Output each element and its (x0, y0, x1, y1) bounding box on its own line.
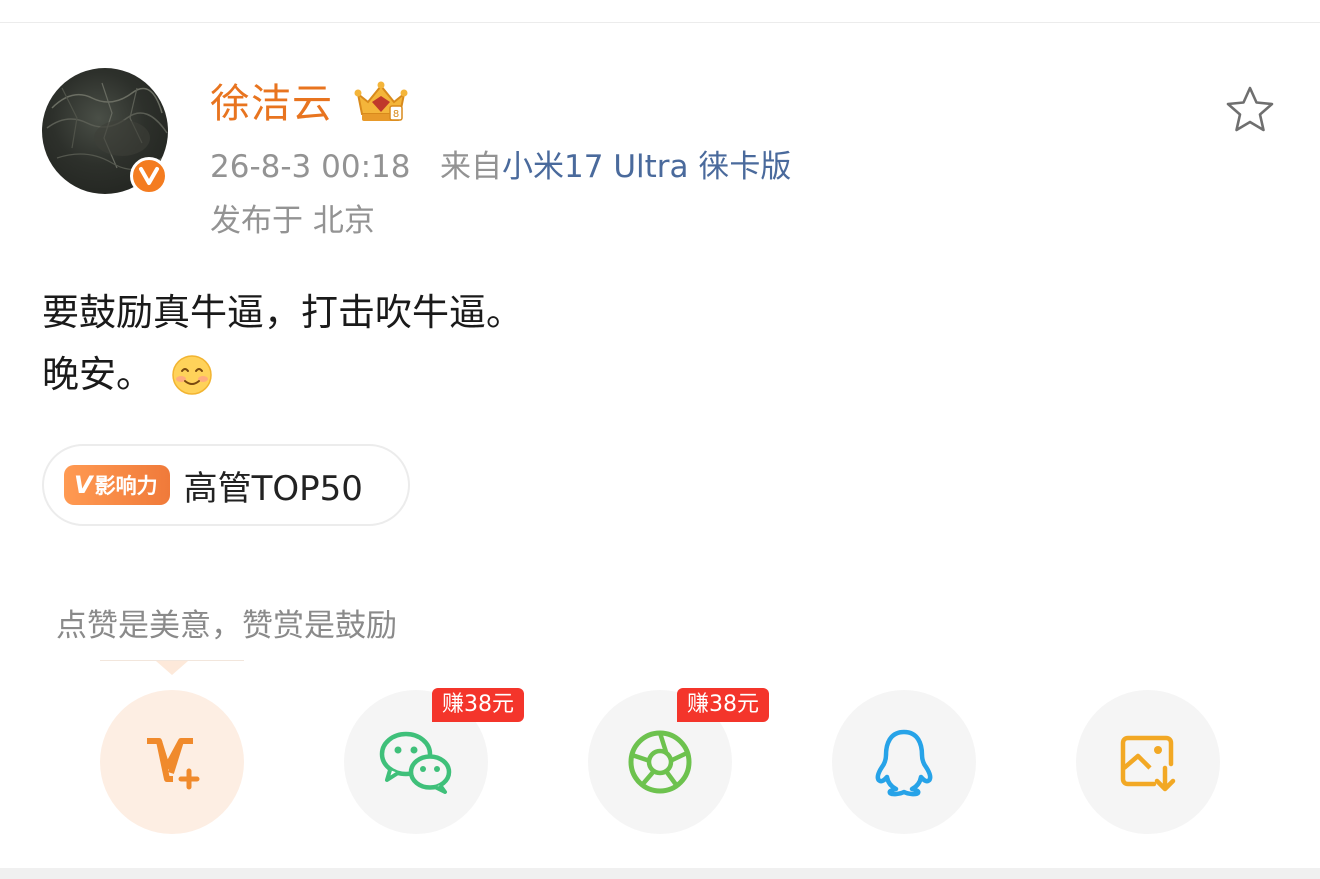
vip-crown-icon[interactable]: 8 (352, 80, 410, 126)
device-link[interactable]: 小米17 Ultra 徕卡版 (502, 149, 791, 185)
v-plus-icon (147, 738, 200, 790)
save-image-icon (1120, 735, 1176, 792)
moments-earn-tag: 赚38元 (677, 688, 769, 722)
wechat-icon (379, 731, 452, 794)
influence-badge-label: 影响力 (94, 474, 158, 498)
post-detail-page: 徐洁云 8 26-8-3 00:18 来自小米17 Ultra 徕卡版 发布于 … (0, 0, 1320, 879)
svg-text:8: 8 (393, 109, 399, 120)
v-reward-button[interactable] (100, 690, 244, 834)
hint-pointer (156, 661, 188, 675)
save-image-button[interactable] (1076, 690, 1220, 834)
top-divider (0, 22, 1320, 23)
favorite-star-icon[interactable] (1222, 82, 1278, 138)
smile-emoji-icon (172, 355, 212, 395)
post-location: 发布于 北京 (210, 203, 375, 239)
influence-badge-v: V (74, 471, 93, 499)
share-qq-button[interactable] (832, 690, 976, 834)
influence-badge: V 影响力 (64, 465, 170, 505)
reward-hint: 点赞是美意，赞赏是鼓励 (56, 608, 397, 644)
influence-chip[interactable]: V 影响力 高管TOP50 (42, 444, 410, 526)
verified-badge (130, 157, 168, 195)
post-line-1: 要鼓励真牛逼，打击吹牛逼。 (42, 291, 523, 334)
post-line-2-text: 晚安。 (42, 353, 153, 396)
verified-v-icon (139, 167, 159, 185)
author-name[interactable]: 徐洁云 (210, 78, 333, 130)
post-meta: 26-8-3 00:18 来自小米17 Ultra 徕卡版 (210, 146, 791, 188)
post-content: 要鼓励真牛逼，打击吹牛逼。 晚安。 (42, 282, 523, 406)
post-line-2: 晚安。 (42, 344, 523, 406)
source-prefix: 来自 (440, 149, 503, 185)
influence-rank-text: 高管TOP50 (183, 468, 363, 509)
post-timestamp: 26-8-3 00:18 (210, 149, 411, 185)
moments-icon (628, 730, 692, 794)
qq-icon (875, 729, 933, 797)
bottom-bar (0, 868, 1320, 879)
wechat-earn-tag: 赚38元 (432, 688, 524, 722)
